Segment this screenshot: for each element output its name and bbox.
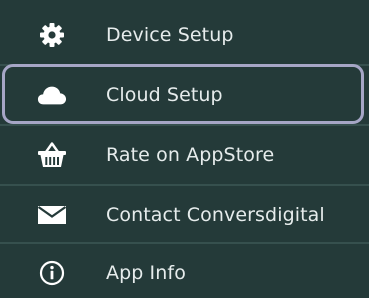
settings-menu: Device Setup Cloud Setup Rate on AppStor… — [0, 0, 369, 298]
menu-item-device-setup[interactable]: Device Setup — [0, 6, 369, 64]
basket-icon — [37, 140, 67, 170]
menu-item-contact[interactable]: Contact Conversdigital — [0, 186, 369, 244]
menu-item-label: Contact Conversdigital — [106, 204, 325, 226]
info-icon — [37, 258, 67, 288]
envelope-icon — [37, 200, 67, 230]
menu-item-label: Rate on AppStore — [106, 144, 275, 166]
menu-item-rate-appstore[interactable]: Rate on AppStore — [0, 126, 369, 184]
selection-highlight — [2, 64, 364, 124]
menu-item-label: App Info — [106, 262, 186, 284]
gear-icon — [37, 20, 67, 50]
menu-item-app-info[interactable]: App Info — [0, 244, 369, 302]
menu-item-label: Device Setup — [106, 24, 234, 46]
